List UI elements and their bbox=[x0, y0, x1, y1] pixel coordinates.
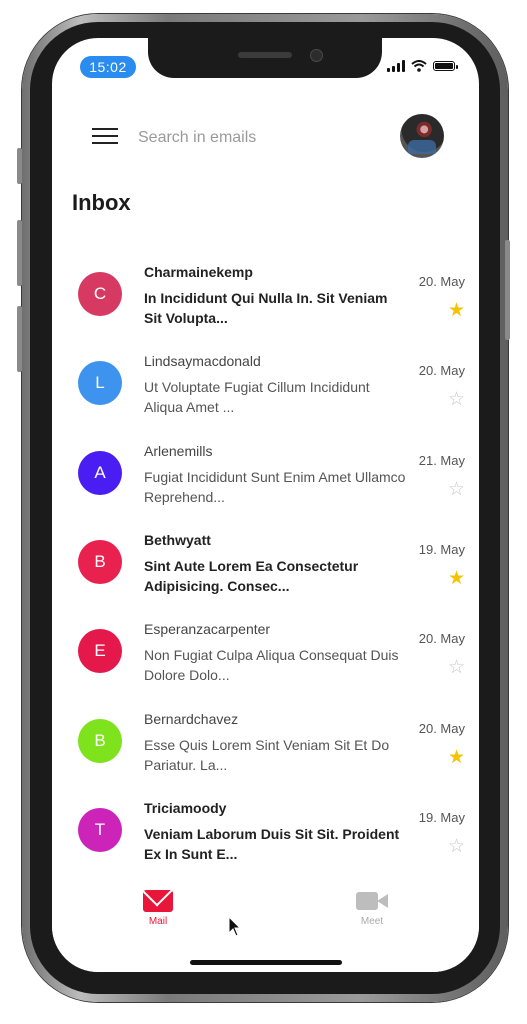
email-date: 19. May bbox=[418, 541, 465, 557]
search-input[interactable] bbox=[136, 122, 380, 154]
email-preview: Non Fugiat Culpa Aliqua Consequat Duis D… bbox=[144, 647, 399, 684]
sender-name: Lindsaymacdonald bbox=[144, 353, 261, 370]
battery-icon bbox=[433, 61, 458, 71]
sender-name: Bernardchavez bbox=[144, 710, 239, 727]
sender-avatar: B bbox=[78, 539, 122, 584]
email-row[interactable]: A Arlenemills Fugiat Incididunt Sunt Enim … bbox=[52, 437, 479, 526]
top-bar bbox=[52, 114, 479, 160]
page-title: Inbox bbox=[72, 190, 131, 215]
sender-name: Esperanzacarpenter bbox=[144, 621, 271, 638]
email-preview: In Incididunt Qui Nulla In. Sit Veniam S… bbox=[144, 290, 388, 326]
nav-item-mail[interactable]: Mail bbox=[128, 890, 188, 927]
sender-avatar: T bbox=[78, 807, 122, 852]
email-preview: Esse Quis Lorem Sint Veniam Sit Et Do Pa… bbox=[144, 736, 390, 773]
email-preview: Fugiat Incididunt Sunt Enim Amet Ullamco… bbox=[144, 468, 406, 505]
email-row[interactable]: B Bernardchavez Esse Quis Lorem Sint Venia… bbox=[52, 705, 479, 794]
email-date: 20. May bbox=[418, 363, 465, 379]
nav-mail-label: Mail bbox=[148, 916, 168, 927]
star-icon[interactable]: ★ bbox=[448, 747, 465, 769]
sender-name: Arlenemills bbox=[144, 442, 213, 459]
email-preview: Sint Aute Lorem Ea Consectetur Adipisici… bbox=[144, 557, 359, 594]
email-row[interactable]: T Triciamoody Veniam Laborum Duis Sit Sit.… bbox=[52, 794, 479, 880]
nav-meet-label: Meet bbox=[360, 916, 384, 927]
menu-icon[interactable] bbox=[92, 128, 118, 146]
speaker-grille bbox=[238, 52, 292, 58]
mute-switch bbox=[17, 148, 22, 184]
signal-icon bbox=[387, 60, 405, 72]
bottom-nav: Mail Meet bbox=[52, 880, 479, 972]
email-date: 20. May bbox=[418, 720, 465, 736]
email-date: 20. May bbox=[418, 631, 465, 647]
email-date: 20. May bbox=[418, 274, 465, 289]
nav-item-meet[interactable]: Meet bbox=[342, 890, 402, 927]
wifi-icon bbox=[411, 60, 427, 72]
email-date: 19. May bbox=[418, 809, 465, 825]
email-preview: Veniam Laborum Duis Sit Sit. Proident Ex… bbox=[144, 825, 400, 862]
home-indicator bbox=[190, 960, 342, 965]
video-camera-icon bbox=[356, 890, 388, 912]
sender-name: Charmainekemp bbox=[144, 264, 253, 280]
email-preview: Ut Voluptate Fugiat Cillum Incididunt Al… bbox=[144, 379, 370, 416]
status-icons bbox=[387, 60, 458, 72]
star-icon[interactable]: ★ bbox=[448, 300, 465, 322]
star-icon[interactable]: ☆ bbox=[448, 836, 465, 858]
star-icon[interactable]: ☆ bbox=[448, 479, 465, 501]
email-row[interactable]: B Bethwyatt Sint Aute Lorem Ea Consectetur… bbox=[52, 526, 479, 615]
mail-icon bbox=[143, 890, 173, 912]
status-time: 15:02 bbox=[80, 56, 136, 78]
email-row[interactable]: L Lindsaymacdonald Ut Voluptate Fugiat Cil… bbox=[52, 347, 479, 436]
star-icon[interactable]: ☆ bbox=[448, 389, 465, 411]
sender-avatar: A bbox=[78, 450, 122, 495]
mouse-pointer-icon bbox=[228, 916, 242, 937]
volume-down-button bbox=[17, 306, 22, 372]
avatar[interactable] bbox=[400, 114, 444, 158]
star-icon[interactable]: ☆ bbox=[448, 657, 465, 679]
sender-avatar: L bbox=[78, 361, 122, 406]
volume-up-button bbox=[17, 220, 22, 286]
star-icon[interactable]: ★ bbox=[448, 568, 465, 590]
email-date: 21. May bbox=[418, 452, 465, 468]
phone-screen: 15:02 Inbox C Charmainekemp In Incididunt … bbox=[52, 38, 479, 972]
sender-avatar: E bbox=[78, 629, 122, 674]
power-button bbox=[505, 240, 510, 340]
email-list: C Charmainekemp In Incididunt Qui Nulla In… bbox=[52, 224, 479, 880]
notch bbox=[148, 38, 382, 78]
sender-name: Triciamoody bbox=[144, 799, 227, 816]
sender-avatar: B bbox=[78, 718, 122, 763]
email-row[interactable]: E Esperanzacarpenter Non Fugiat Culpa Aliq… bbox=[52, 615, 479, 704]
email-row[interactable]: C Charmainekemp In Incididunt Qui Nulla In… bbox=[52, 258, 479, 347]
front-camera bbox=[310, 49, 323, 62]
sender-name: Bethwyatt bbox=[144, 531, 211, 548]
sender-avatar: C bbox=[78, 272, 122, 316]
